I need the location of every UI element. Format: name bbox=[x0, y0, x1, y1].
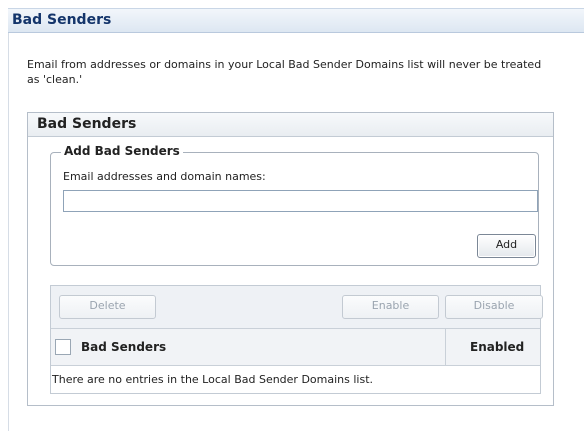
enable-button[interactable]: Enable bbox=[342, 295, 439, 319]
panel-title: Bad Senders bbox=[37, 116, 137, 132]
page-header: Bad Senders bbox=[8, 8, 584, 33]
left-divider bbox=[8, 33, 9, 431]
page-description: Email from addresses or domains in your … bbox=[27, 58, 542, 86]
panel-header: Bad Senders bbox=[28, 113, 553, 137]
column-enabled[interactable]: Enabled bbox=[470, 340, 524, 354]
list-toolbar: Delete Enable Disable bbox=[51, 286, 543, 329]
delete-button[interactable]: Delete bbox=[59, 295, 156, 319]
email-field-label: Email addresses and domain names: bbox=[63, 170, 266, 183]
add-bad-senders-legend: Add Bad Senders bbox=[61, 144, 183, 158]
email-domain-input[interactable] bbox=[63, 190, 538, 212]
column-divider bbox=[445, 329, 446, 365]
disable-button[interactable]: Disable bbox=[445, 295, 543, 319]
select-all-checkbox[interactable] bbox=[55, 339, 71, 355]
add-button[interactable]: Add bbox=[477, 234, 536, 258]
bad-senders-panel: Bad Senders Add Bad Senders Email addres… bbox=[27, 112, 554, 406]
column-bad-senders[interactable]: Bad Senders bbox=[81, 340, 166, 354]
bad-senders-list: Delete Enable Disable Bad Senders Enable… bbox=[50, 285, 543, 394]
page-title: Bad Senders bbox=[12, 12, 112, 28]
add-bad-senders-group: Add Bad Senders Email addresses and doma… bbox=[50, 144, 539, 266]
list-column-header: Bad Senders Enabled bbox=[51, 329, 540, 366]
empty-list-message: There are no entries in the Local Bad Se… bbox=[52, 373, 374, 386]
